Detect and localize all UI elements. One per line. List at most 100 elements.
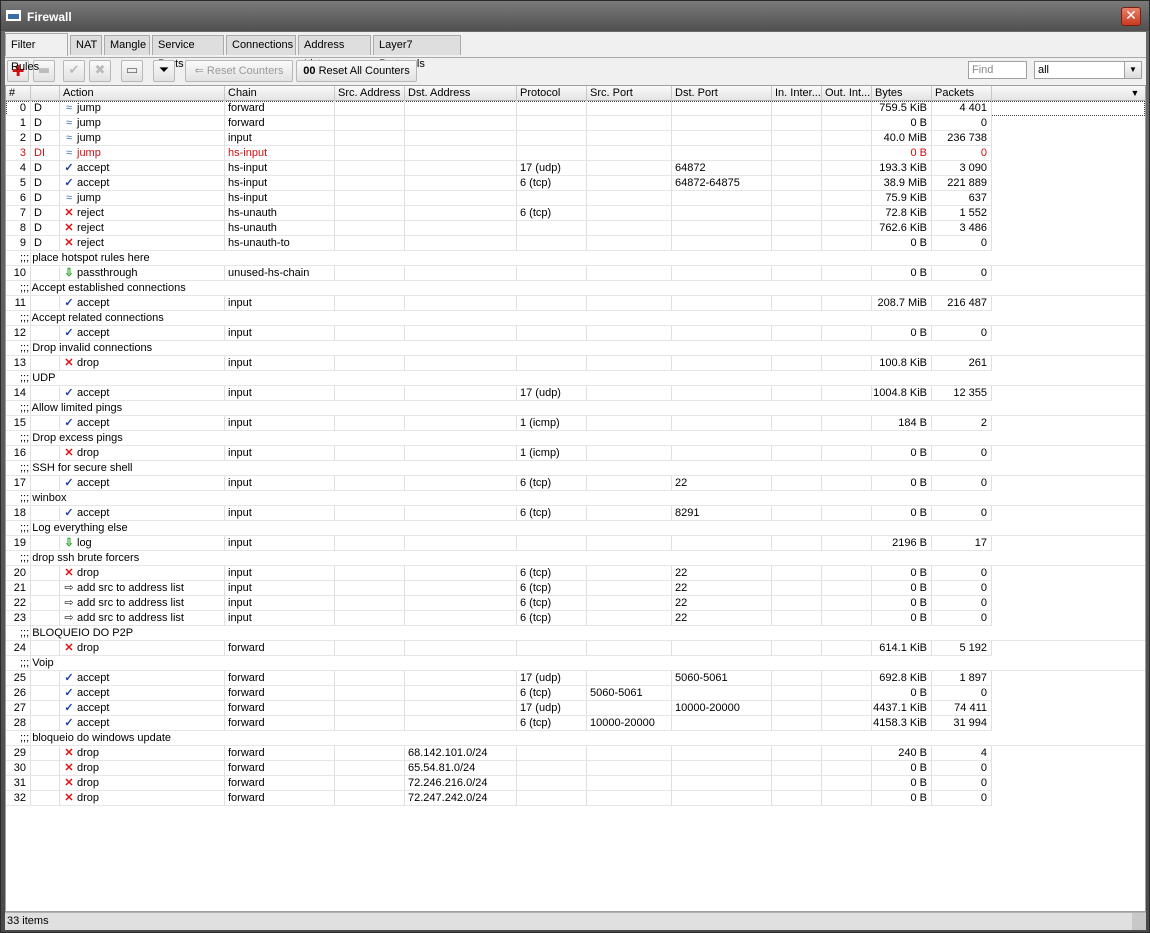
comment-row[interactable]: ;;; Accept related connections	[6, 311, 1145, 326]
table-row[interactable]: 0 D ≈ jump forward 759.5 KiB 4 401	[6, 101, 1145, 116]
cell-dst-port	[672, 116, 772, 131]
table-row[interactable]: 6 D ≈ jump hs-input 75.9 KiB 637	[6, 191, 1145, 206]
col-number[interactable]: #	[6, 86, 31, 101]
table-row[interactable]: 12 ✓ accept input 0 B0	[6, 326, 1145, 341]
col-chain[interactable]: Chain	[225, 86, 335, 101]
rule-comment: ;;; Drop excess pings	[20, 431, 1145, 446]
tab-service-ports[interactable]: Service Ports	[152, 35, 224, 70]
table-row[interactable]: 23 ⇨ add src to address list input 6 (tcp) 22…	[6, 611, 1145, 626]
reset-counters-button[interactable]: ⇐ Reset Counters	[185, 60, 293, 82]
table-row[interactable]: 27 ✓ accept forward 17 (udp) 10000-20000 4437.…	[6, 701, 1145, 716]
comment-row[interactable]: ;;; SSH for secure shell	[6, 461, 1145, 476]
table-row[interactable]: 11 ✓ accept input 208.7 MiB 216 487	[6, 296, 1145, 311]
col-action[interactable]: Action	[60, 86, 225, 101]
cell-in-interface	[772, 386, 822, 401]
table-row[interactable]: 3 DI ≈ jump hs-input 0 B0	[6, 146, 1145, 161]
cell-packets: 0	[932, 761, 992, 776]
close-button[interactable]: ✕	[1121, 7, 1141, 26]
table-row[interactable]: 26 ✓ accept forward 6 (tcp) 5060-5061 0 B0	[6, 686, 1145, 701]
table-row[interactable]: 29 ✕ drop forward 68.142.101.0/24 240 B4	[6, 746, 1145, 761]
cell-bytes: 4158.3 KiB	[872, 716, 932, 731]
col-out-interface[interactable]: Out. Int...	[822, 86, 872, 101]
col-protocol[interactable]: Protocol	[517, 86, 587, 101]
comment-row[interactable]: ;;; Accept established connections	[6, 281, 1145, 296]
cell-bytes: 208.7 MiB	[872, 296, 932, 311]
table-row[interactable]: 28 ✓ accept forward 6 (tcp) 10000-20000 4158.3…	[6, 716, 1145, 731]
comment-button[interactable]: ▭	[121, 60, 143, 82]
table-row[interactable]: 15 ✓ accept input 1 (icmp) 184 B2	[6, 416, 1145, 431]
table-row[interactable]: 22 ⇨ add src to address list input 6 (tcp) 22…	[6, 596, 1145, 611]
cell-dst-address: 65.54.81.0/24	[405, 761, 517, 776]
table-row[interactable]: 31 ✕ drop forward 72.246.216.0/24 0 B0	[6, 776, 1145, 791]
tab-connections[interactable]: Connections	[226, 35, 296, 55]
enable-button[interactable]: ✔	[63, 60, 85, 82]
table-row[interactable]: 10 ⇩ passthrough unused-hs-chain 0 B0	[6, 266, 1145, 281]
cell-protocol: 17 (udp)	[517, 701, 587, 716]
cell-src-address	[335, 746, 405, 761]
comment-row[interactable]: ;;; place hotspot rules here	[6, 251, 1145, 266]
col-dst-address[interactable]: Dst. Address	[405, 86, 517, 101]
cell-chain: hs-input	[225, 146, 335, 161]
table-row[interactable]: 32 ✕ drop forward 72.247.242.0/24 0 B0	[6, 791, 1145, 806]
table-row[interactable]: 2 D ≈ jump input 40.0 MiB 236 738	[6, 131, 1145, 146]
action-label: reject	[77, 237, 104, 249]
table-row[interactable]: 17 ✓ accept input 6 (tcp) 22 0 B0	[6, 476, 1145, 491]
column-menu-icon[interactable]: ▼	[1125, 86, 1145, 101]
cell-src-port	[587, 161, 672, 176]
cell-chain: input	[225, 446, 335, 461]
disable-button[interactable]: ✖	[89, 60, 111, 82]
table-row[interactable]: 30 ✕ drop forward 65.54.81.0/24 0 B0	[6, 761, 1145, 776]
cell-action: ✕ drop	[60, 446, 225, 461]
comment-row[interactable]: ;;; bloqueio do windows update	[6, 731, 1145, 746]
table-row[interactable]: 4 D ✓ accept hs-input 17 (udp) 64872 193.3 KiB 3…	[6, 161, 1145, 176]
comment-row[interactable]: ;;; UDP	[6, 371, 1145, 386]
table-row[interactable]: 1 D ≈ jump forward 0 B0	[6, 116, 1145, 131]
comment-row[interactable]: ;;; drop ssh brute forcers	[6, 551, 1145, 566]
filter-button[interactable]: ⏷	[153, 60, 175, 82]
cell-flags: D	[31, 221, 60, 236]
comment-row[interactable]: ;;; Voip	[6, 656, 1145, 671]
comment-row[interactable]: ;;; Drop excess pings	[6, 431, 1145, 446]
table-row[interactable]: 13 ✕ drop input 100.8 KiB 261	[6, 356, 1145, 371]
col-dst-port[interactable]: Dst. Port	[672, 86, 772, 101]
col-src-address[interactable]: Src. Address	[335, 86, 405, 101]
table-row[interactable]: 21 ⇨ add src to address list input 6 (tcp) 22…	[6, 581, 1145, 596]
comment-row[interactable]: ;;; Allow limited pings	[6, 401, 1145, 416]
table-row[interactable]: 24 ✕ drop forward 614.1 KiB 5 192	[6, 641, 1145, 656]
cell-in-interface	[772, 776, 822, 791]
chevron-down-icon[interactable]: ▼	[1124, 62, 1141, 78]
cell-bytes: 0 B	[872, 476, 932, 491]
col-bytes[interactable]: Bytes	[872, 86, 932, 101]
col-flags[interactable]	[31, 86, 60, 101]
table-row[interactable]: 9 D ✕ reject hs-unauth-to 0 B0	[6, 236, 1145, 251]
find-input[interactable]: Find	[968, 61, 1027, 79]
col-packets[interactable]: Packets	[932, 86, 992, 101]
table-row[interactable]: 25 ✓ accept forward 17 (udp) 5060-5061 692.8 K…	[6, 671, 1145, 686]
comment-row[interactable]: ;;; Log everything else	[6, 521, 1145, 536]
table-row[interactable]: 20 ✕ drop input 6 (tcp) 22 0 B0	[6, 566, 1145, 581]
col-in-interface[interactable]: In. Inter...	[772, 86, 822, 101]
tab-layer7-protocols[interactable]: Layer7 Protocols	[373, 35, 461, 70]
reset-all-counters-button[interactable]: 00 Reset All Counters	[296, 60, 417, 82]
cell-protocol: 6 (tcp)	[517, 476, 587, 491]
table-row[interactable]: 7 D ✕ reject hs-unauth 6 (tcp) 72.8 KiB 1 552	[6, 206, 1145, 221]
tab-nat[interactable]: NAT	[70, 35, 102, 55]
table-row[interactable]: 8 D ✕ reject hs-unauth 762.6 KiB 3 486	[6, 221, 1145, 236]
table-row[interactable]: 18 ✓ accept input 6 (tcp) 8291 0 B0	[6, 506, 1145, 521]
table-row[interactable]: 14 ✓ accept input 17 (udp) 1004.8 KiB 12 355	[6, 386, 1145, 401]
action-label: jump	[77, 192, 101, 204]
tab-address-lists[interactable]: Address Lists	[298, 35, 371, 70]
filter-select[interactable]: all ▼	[1034, 61, 1142, 79]
col-src-port[interactable]: Src. Port	[587, 86, 672, 101]
table-row[interactable]: 19 ⇩ log input 2196 B 17	[6, 536, 1145, 551]
tab-mangle[interactable]: Mangle	[104, 35, 150, 55]
title-bar[interactable]: Firewall ✕	[1, 1, 1149, 31]
table-row[interactable]: 16 ✕ drop input 1 (icmp) 0 B0	[6, 446, 1145, 461]
tab-filter-rules[interactable]: Filter Rules	[5, 33, 68, 73]
cell-src-address	[335, 476, 405, 491]
comment-row[interactable]: ;;; BLOQUEIO DO P2P	[6, 626, 1145, 641]
table-row[interactable]: 5 D ✓ accept hs-input 6 (tcp) 64872-64875 38.9 …	[6, 176, 1145, 191]
comment-row[interactable]: ;;; winbox	[6, 491, 1145, 506]
resize-grip[interactable]	[1132, 913, 1146, 930]
comment-row[interactable]: ;;; Drop invalid connections	[6, 341, 1145, 356]
